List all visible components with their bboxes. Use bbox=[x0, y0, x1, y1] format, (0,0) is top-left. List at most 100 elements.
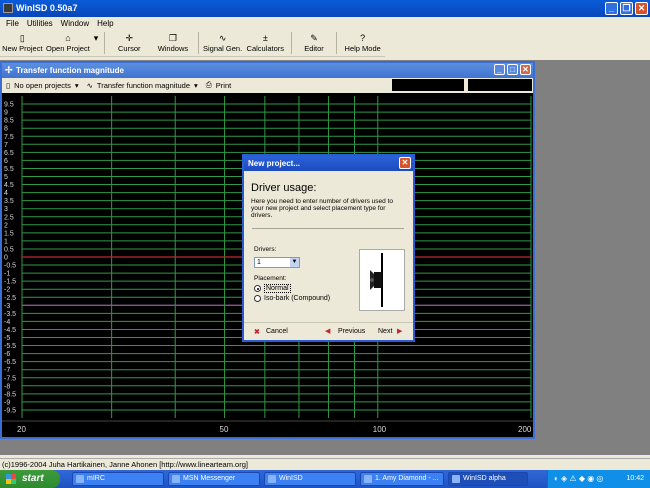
clock: 10:42 bbox=[626, 475, 644, 482]
dialog-description: Here you need to enter number of drivers… bbox=[251, 198, 393, 219]
y-tick-label: 3.5 bbox=[4, 198, 14, 205]
menu-file[interactable]: File bbox=[6, 17, 19, 30]
new-project-dialog: New project... ✕ Driver usage: Here you … bbox=[242, 154, 415, 342]
y-tick-label: -8 bbox=[4, 383, 10, 390]
print-button[interactable]: Print bbox=[216, 81, 231, 90]
y-tick-label: 6 bbox=[4, 158, 8, 165]
signal-gen-icon: ∿ bbox=[218, 33, 227, 43]
close-button[interactable]: ✕ bbox=[635, 2, 648, 15]
toolbar-separator bbox=[336, 32, 338, 54]
menu-utilities[interactable]: Utilities bbox=[27, 17, 53, 30]
y-tick-label: -9 bbox=[4, 399, 10, 406]
taskbar-button-msn[interactable]: MSN Messenger bbox=[168, 472, 260, 486]
y-tick-label: -1 bbox=[4, 271, 10, 278]
signal-gen-button[interactable]: ∿ Signal Gen. bbox=[202, 33, 243, 56]
placement-isobark-label: Iso-bark (Compound) bbox=[264, 295, 331, 302]
transfer-function-icon: ✢ bbox=[5, 65, 13, 75]
open-project-button[interactable]: ⌂ Open Project bbox=[45, 33, 92, 56]
cursor-icon: ✛ bbox=[125, 33, 134, 43]
child-maximize-button[interactable]: □ bbox=[507, 64, 518, 75]
projects-icon: ▯ bbox=[6, 80, 11, 90]
chevron-down-icon[interactable]: ▾ bbox=[75, 81, 79, 90]
open-project-label: Open Project bbox=[46, 44, 90, 53]
app-title: WinISD 0.50a7 bbox=[16, 3, 78, 13]
cancel-button[interactable]: Cancel bbox=[266, 328, 288, 335]
print-icon[interactable]: ⎙ bbox=[206, 80, 212, 90]
child-minimize-button[interactable]: _ bbox=[494, 64, 505, 75]
y-tick-label: -5 bbox=[4, 335, 10, 342]
arrow-right-icon[interactable]: ▶ bbox=[397, 327, 402, 335]
toolbar-separator bbox=[290, 32, 292, 54]
msn-icon bbox=[172, 475, 180, 483]
new-project-button[interactable]: ▯ New Project bbox=[0, 33, 45, 56]
dialog-close-button[interactable]: ✕ bbox=[399, 157, 411, 169]
y-tick-label: -5.5 bbox=[4, 343, 16, 350]
y-tick-label: 9 bbox=[4, 110, 8, 117]
mirc-icon bbox=[76, 475, 84, 483]
child-toolbar: ▯ No open projects ▾ ∿ Transfer function… bbox=[2, 78, 533, 92]
x-tick-label: 50 bbox=[220, 425, 229, 434]
taskbar-button-amy-diamond[interactable]: 1. Amy Diamond - ... bbox=[360, 472, 444, 486]
y-tick-label: -7.5 bbox=[4, 375, 16, 382]
tray-icons[interactable]: ◐ ◈ ⚠ ◆ ◉ ◎ bbox=[554, 470, 603, 488]
next-button[interactable]: Next bbox=[378, 328, 392, 335]
chevron-down-icon[interactable]: ▼ bbox=[290, 258, 299, 267]
help-mode-button[interactable]: ? Help Mode bbox=[340, 33, 385, 56]
help-mode-icon: ? bbox=[360, 33, 366, 43]
dialog-divider bbox=[252, 228, 404, 229]
graph-type-icon: ∿ bbox=[86, 80, 93, 90]
menu-help[interactable]: Help bbox=[97, 17, 113, 30]
menu-window[interactable]: Window bbox=[61, 17, 89, 30]
y-tick-label: 1.5 bbox=[4, 230, 14, 237]
y-tick-label: 1 bbox=[4, 238, 8, 245]
y-tick-label: 4.5 bbox=[4, 182, 14, 189]
radio-unselected-icon bbox=[254, 295, 261, 302]
start-label: start bbox=[22, 473, 44, 484]
minimize-button[interactable]: _ bbox=[605, 2, 618, 15]
open-project-dropdown[interactable]: ▾ bbox=[91, 33, 101, 56]
radio-selected-icon bbox=[254, 285, 261, 292]
menu-bar: File Utilities Window Help bbox=[0, 17, 650, 30]
y-tick-label: 3 bbox=[4, 206, 8, 213]
y-tick-label: 5.5 bbox=[4, 166, 14, 173]
windows-button[interactable]: ❐ Windows bbox=[151, 33, 196, 56]
drivers-label: Drivers: bbox=[254, 246, 277, 253]
cancel-icon[interactable]: ✖ bbox=[254, 328, 260, 336]
y-tick-label: 2 bbox=[4, 222, 8, 229]
editor-button[interactable]: ✎ Editor bbox=[295, 33, 334, 56]
signal-gen-label: Signal Gen. bbox=[202, 44, 243, 53]
y-tick-label: 7 bbox=[4, 142, 8, 149]
y-tick-label: -6 bbox=[4, 351, 10, 358]
chevron-down-icon[interactable]: ▾ bbox=[194, 81, 198, 90]
dialog-footer: ✖ Cancel ◀ Previous Next ▶ bbox=[244, 322, 413, 340]
child-titlebar: ✢ Transfer function magnitude _ □ ✕ bbox=[2, 63, 533, 78]
taskbar-button-label: WinISD bbox=[279, 475, 303, 482]
taskbar-button-winisd[interactable]: WinISD bbox=[264, 472, 356, 486]
main-toolbar: ▯ New Project ⌂ Open Project ▾ ✛ Cursor … bbox=[0, 30, 385, 57]
maximize-button[interactable]: ❐ bbox=[620, 2, 633, 15]
taskbar-button-label: MSN Messenger bbox=[183, 475, 236, 482]
previous-button[interactable]: Previous bbox=[338, 328, 365, 335]
y-tick-label: 4 bbox=[4, 190, 8, 197]
y-tick-label: -2.5 bbox=[4, 295, 16, 302]
placement-normal-radio[interactable]: Normal bbox=[254, 284, 291, 293]
calculators-button[interactable]: ± Calculators bbox=[243, 33, 288, 56]
y-tick-label: -3 bbox=[4, 303, 10, 310]
graph-type-dropdown[interactable]: Transfer function magnitude bbox=[97, 81, 190, 90]
placement-isobark-radio[interactable]: Iso-bark (Compound) bbox=[254, 295, 330, 302]
editor-icon: ✎ bbox=[310, 33, 318, 43]
x-tick-label: 100 bbox=[373, 425, 387, 434]
start-button[interactable]: start bbox=[0, 470, 60, 488]
taskbar-button-winisd-alpha[interactable]: WinISD alpha bbox=[448, 472, 528, 486]
drivers-select[interactable]: 1 ▼ bbox=[254, 257, 300, 268]
arrow-left-icon[interactable]: ◀ bbox=[325, 327, 330, 335]
taskbar-button-mirc[interactable]: mIRC bbox=[72, 472, 164, 486]
chevron-down-icon: ▾ bbox=[93, 33, 99, 43]
y-tick-label: -3.5 bbox=[4, 311, 16, 318]
taskbar-button-label: mIRC bbox=[87, 475, 105, 482]
projects-dropdown[interactable]: No open projects bbox=[14, 81, 71, 90]
placement-label: Placement: bbox=[254, 275, 287, 282]
cursor-button[interactable]: ✛ Cursor bbox=[108, 33, 151, 56]
toolbar-separator bbox=[198, 32, 200, 54]
child-close-button[interactable]: ✕ bbox=[520, 64, 531, 75]
